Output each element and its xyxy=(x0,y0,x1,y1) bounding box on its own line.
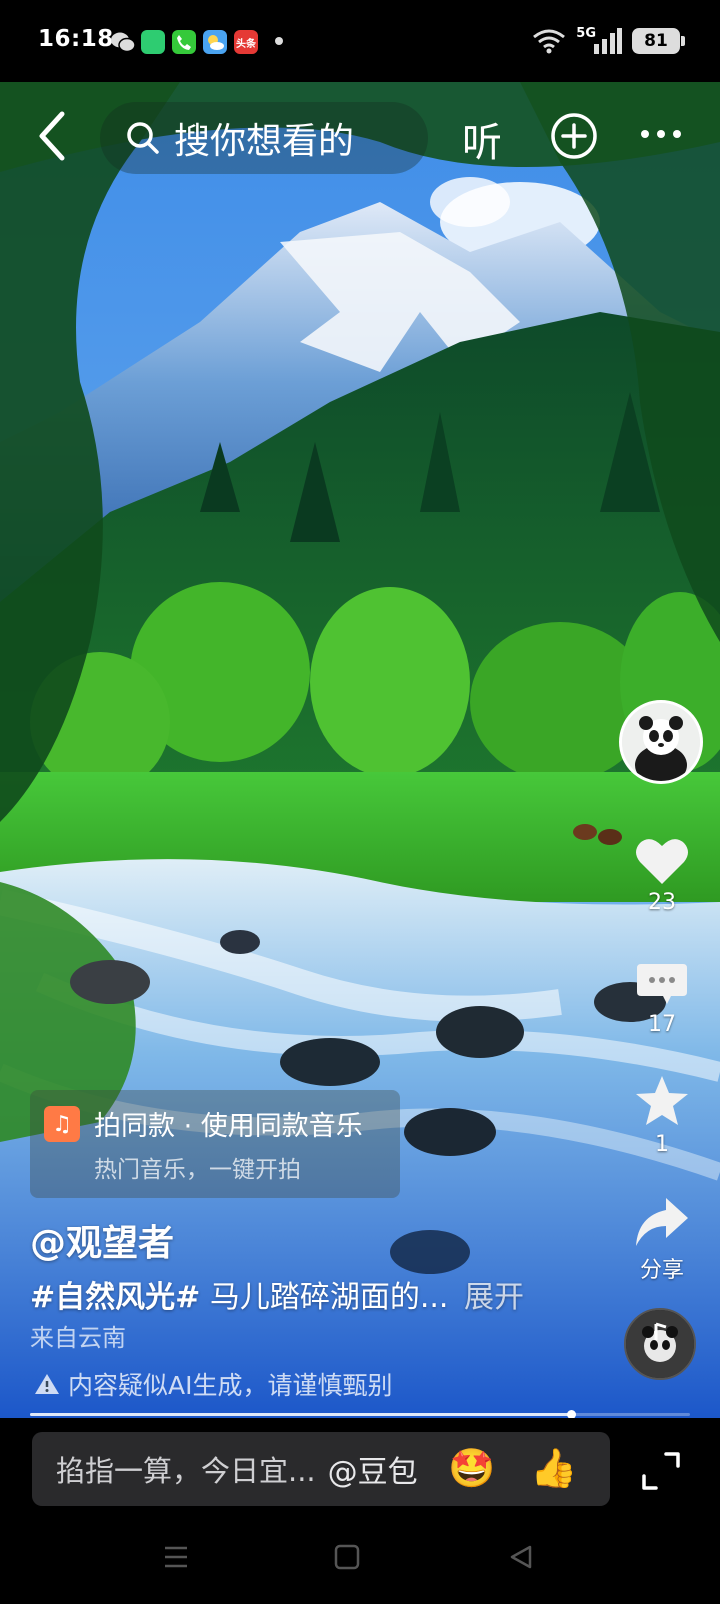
status-bar: 16:18 头条 5G 81 xyxy=(0,0,720,82)
comment-icon xyxy=(637,964,687,1004)
back-nav-icon[interactable] xyxy=(508,1544,534,1570)
back-icon[interactable] xyxy=(32,108,72,164)
listen-button[interactable]: 听 xyxy=(462,110,502,168)
menu-icon[interactable] xyxy=(162,1544,190,1570)
music-note-icon: ♫ xyxy=(44,1106,80,1142)
panda-avatar-image xyxy=(622,703,700,781)
progress-fill xyxy=(30,1413,572,1416)
mention-doubao[interactable]: @豆包 xyxy=(328,1447,418,1491)
network-type: 5G xyxy=(576,25,596,41)
search-icon xyxy=(127,122,159,154)
signal-icon xyxy=(594,28,622,54)
fullscreen-icon[interactable] xyxy=(640,1450,682,1492)
share-action[interactable]: 分享 xyxy=(620,1196,704,1284)
system-navigation-bar xyxy=(0,1512,720,1604)
more-notifications-dot xyxy=(275,37,283,45)
comment-placeholder: 掐指一算，今日宜... xyxy=(56,1454,316,1488)
ai-warning: 内容疑似AI生成，请谨慎甄别 xyxy=(34,1366,392,1402)
favorite-action[interactable]: 1 xyxy=(620,1074,704,1157)
description-text: 马儿踏碎湖面的... xyxy=(209,1280,449,1315)
comment-count: 17 xyxy=(648,1012,676,1037)
use-same-music-card[interactable]: ♫ 拍同款 · 使用同款音乐 热门音乐，一键开拍 xyxy=(30,1090,400,1198)
like-count: 23 xyxy=(648,890,676,915)
hashtag-link[interactable]: #自然风光# xyxy=(30,1280,200,1315)
star-eyes-emoji-button[interactable]: 🤩 xyxy=(448,1446,495,1491)
share-icon xyxy=(636,1198,688,1246)
search-bar[interactable]: 搜你想看的 xyxy=(100,102,428,174)
favorite-count: 1 xyxy=(655,1132,669,1157)
video-progress-bar[interactable] xyxy=(30,1410,690,1419)
more-options-icon[interactable] xyxy=(640,126,682,142)
ai-warning-text: 内容疑似AI生成，请谨慎甄别 xyxy=(68,1371,393,1400)
music-cover-image xyxy=(626,1310,694,1378)
star-icon xyxy=(636,1076,688,1125)
battery-indicator: 81 xyxy=(632,28,685,54)
wifi-icon xyxy=(533,29,566,54)
messages-icon xyxy=(141,30,165,54)
warning-icon xyxy=(35,1374,59,1394)
like-action[interactable]: 23 xyxy=(620,836,704,915)
expand-button[interactable]: 展开 xyxy=(464,1280,524,1315)
status-time: 16:18 xyxy=(38,26,114,52)
same-style-subtitle: 热门音乐，一键开拍 xyxy=(94,1157,301,1183)
music-disc[interactable] xyxy=(624,1308,696,1380)
share-label: 分享 xyxy=(639,1258,684,1283)
comment-action[interactable]: 17 xyxy=(620,960,704,1037)
location-label: 来自云南 xyxy=(30,1324,126,1352)
phone-icon xyxy=(172,30,196,54)
heart-icon xyxy=(636,839,688,884)
search-placeholder: 搜你想看的 xyxy=(174,121,355,162)
weather-icon xyxy=(203,30,227,54)
same-style-title: 拍同款 · 使用同款音乐 xyxy=(94,1111,363,1142)
author-name[interactable]: @观望者 xyxy=(30,1214,174,1266)
wechat-icon xyxy=(110,30,136,54)
home-icon[interactable] xyxy=(334,1544,360,1570)
add-icon[interactable] xyxy=(550,112,598,160)
toutiao-icon: 头条 xyxy=(234,30,258,54)
comment-input[interactable]: 掐指一算，今日宜... @豆包 xyxy=(32,1432,610,1506)
comment-bar: 掐指一算，今日宜... @豆包 🤩 👍 xyxy=(0,1418,720,1512)
post-description: #自然风光# 马儿踏碎湖面的... 展开 xyxy=(30,1272,524,1316)
author-avatar[interactable] xyxy=(619,700,703,784)
thumbs-up-emoji-button[interactable]: 👍 xyxy=(530,1446,577,1491)
